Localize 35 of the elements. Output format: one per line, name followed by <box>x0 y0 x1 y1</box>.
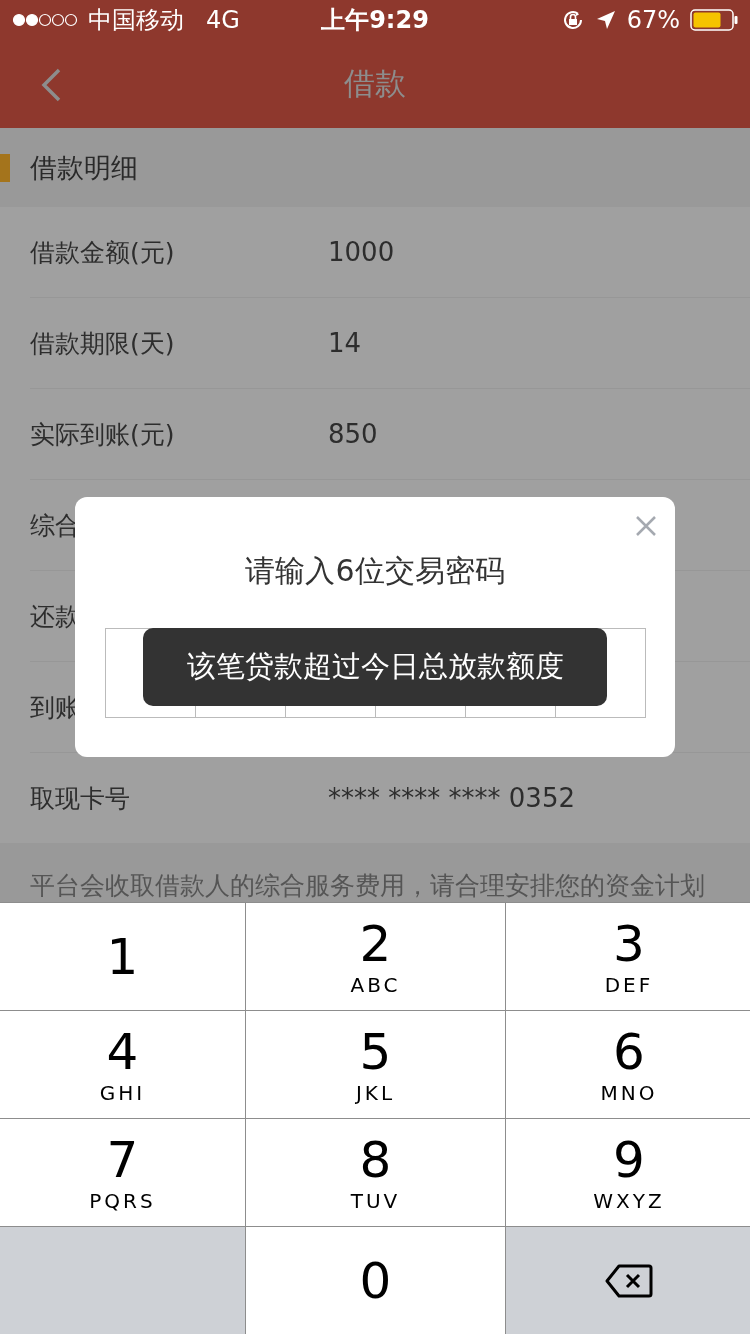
digit-key[interactable]: 6 MNO <box>506 1011 750 1118</box>
backspace-icon <box>605 1263 653 1298</box>
row-value: 14 <box>328 328 362 358</box>
fee-notice: 平台会收取借款人的综合服务费用，请合理安排您的资金计划 <box>29 870 706 902</box>
row-value: 1000 <box>328 237 395 267</box>
row-label: 实际到账(元) <box>30 418 176 451</box>
row-label: 取现卡号 <box>30 782 131 815</box>
digit-key[interactable]: 9 WXYZ <box>506 1119 750 1226</box>
back-icon[interactable] <box>40 68 62 102</box>
battery-percent: 67% <box>626 6 680 34</box>
error-toast: 该笔贷款超过今日总放款额度 <box>143 628 607 706</box>
page-title: 借款 <box>344 64 406 103</box>
row-value: **** **** **** 0352 <box>328 783 575 813</box>
digit-key[interactable]: 2 ABC <box>246 903 505 1010</box>
delete-key[interactable] <box>506 1227 750 1334</box>
row-label: 借款金额(元) <box>30 236 176 269</box>
digit-key[interactable]: 1 <box>0 903 245 1010</box>
battery-icon <box>690 9 738 31</box>
digit-key[interactable]: 4 GHI <box>0 1011 245 1118</box>
signal-icon <box>12 13 78 27</box>
digit-key[interactable]: 8 TUV <box>246 1119 505 1226</box>
digit-key[interactable]: 5 JKL <box>246 1011 505 1118</box>
network-type: 4G <box>206 6 240 34</box>
dialog-title: 请输入6位交易密码 <box>245 552 505 590</box>
section-marker <box>0 153 10 182</box>
row-label: 综合 <box>30 509 81 542</box>
section-title: 借款明细 <box>30 150 138 185</box>
digit-key[interactable]: 3 DEF <box>506 903 750 1010</box>
digit-key[interactable]: 0 <box>246 1227 505 1334</box>
digit-key[interactable]: 7 PQRS <box>0 1119 245 1226</box>
row-label: 借款期限(天) <box>30 327 176 360</box>
carrier: 中国移动 <box>88 5 184 36</box>
close-icon[interactable] <box>635 515 657 537</box>
clock: 上午9:29 <box>321 5 429 36</box>
row-value: 850 <box>328 419 378 449</box>
